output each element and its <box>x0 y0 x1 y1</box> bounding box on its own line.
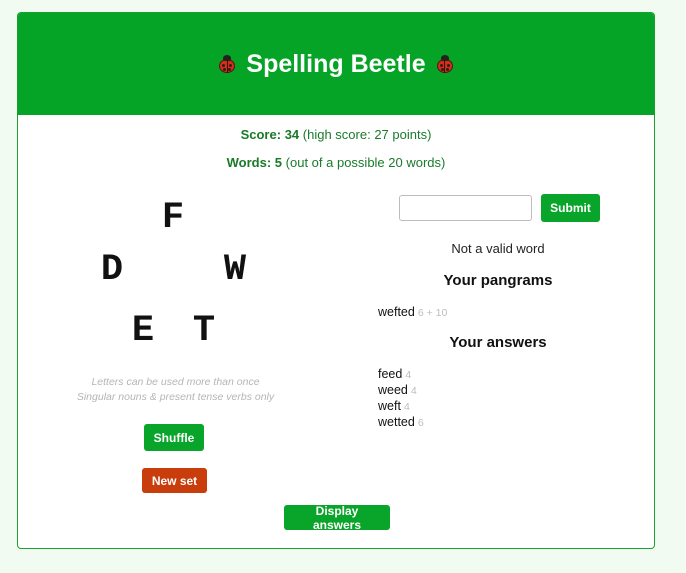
pangram-points: 6 + 10 <box>417 307 448 319</box>
answer-word: feed <box>378 367 403 381</box>
words-line: Words: 5 (out of a possible 20 words) <box>18 155 654 170</box>
list-item: feed 4 <box>378 367 424 383</box>
hint-line: Letters can be used more than once <box>91 376 260 388</box>
letter-tile[interactable]: D <box>92 250 132 290</box>
answer-points: 4 <box>410 385 417 397</box>
word-input[interactable] <box>399 195 532 221</box>
list-item: weed 4 <box>378 383 424 399</box>
answer-points: 4 <box>405 369 412 381</box>
submit-button[interactable]: Submit <box>541 194 600 222</box>
letter-tile[interactable]: E <box>123 311 163 351</box>
answer-points: 4 <box>403 401 410 413</box>
status-message: Not a valid word <box>451 241 545 256</box>
words-possible-text: (out of a possible 20 words) <box>285 155 446 170</box>
letter-tile[interactable]: F <box>153 198 193 238</box>
answer-word: wetted <box>378 415 415 429</box>
page-title: Spelling Beetle <box>218 50 453 79</box>
shuffle-button[interactable]: Shuffle <box>144 424 204 451</box>
pangrams-list: wefted 6 + 10 <box>378 305 447 321</box>
answer-word: weed <box>378 383 408 397</box>
list-item: wetted 6 <box>378 415 424 431</box>
answer-word: weft <box>378 399 401 413</box>
score-label: Score: <box>240 127 282 142</box>
words-label: Words: <box>226 155 272 170</box>
ladybug-icon <box>436 55 454 73</box>
answer-points: 6 <box>417 417 424 429</box>
pangrams-heading: Your pangrams <box>443 272 553 289</box>
title-text: Spelling Beetle <box>246 49 426 78</box>
ladybug-icon <box>218 55 236 73</box>
score-value: 34 <box>284 127 300 142</box>
letter-tile[interactable]: T <box>184 311 224 351</box>
header: Spelling Beetle <box>18 13 654 115</box>
game-card: Spelling Beetle Score: 34 (high score: 2… <box>17 12 655 549</box>
hint-line: Singular nouns & present tense verbs onl… <box>76 391 275 403</box>
list-item: wefted 6 + 10 <box>378 305 447 321</box>
answers-list: feed 4 weed 4 weft 4 wetted 6 <box>378 367 424 431</box>
high-score-text: (high score: 27 points) <box>302 127 432 142</box>
new-set-button[interactable]: New set <box>142 468 207 493</box>
list-item: weft 4 <box>378 399 424 415</box>
answers-heading: Your answers <box>449 334 547 351</box>
letter-tile[interactable]: W <box>215 250 255 290</box>
score-line: Score: 34 (high score: 27 points) <box>18 127 654 142</box>
pangram-word: wefted <box>378 305 415 319</box>
hint-text: Letters can be used more than once Singu… <box>48 375 303 405</box>
display-answers-button[interactable]: Display answers <box>284 504 390 532</box>
words-value: 5 <box>274 155 283 170</box>
